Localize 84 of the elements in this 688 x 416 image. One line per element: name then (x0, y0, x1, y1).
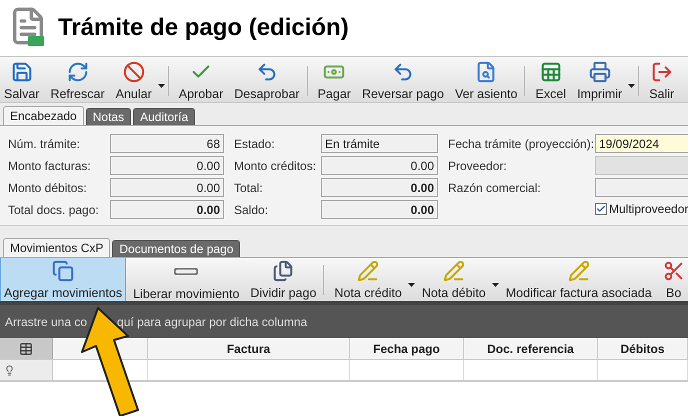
toolbar-button[interactable]: Nota débito (418, 258, 490, 301)
printer-icon (588, 61, 611, 83)
tab[interactable]: Movimientos CxP (3, 238, 110, 257)
input-field[interactable]: 0.00 (321, 178, 438, 197)
toolbar-button[interactable]: Excel (531, 58, 570, 104)
column-header[interactable]: Doc. referencia (464, 338, 598, 359)
checkbox[interactable] (595, 203, 607, 215)
input-field[interactable]: 68 (110, 134, 224, 153)
toolbar-button[interactable]: Salvar (0, 58, 44, 104)
documents-icon (52, 260, 74, 282)
cancel-icon (122, 61, 145, 83)
field-value: 0.00 (196, 158, 220, 174)
field-label: Saldo: (234, 202, 270, 218)
input-field[interactable]: 0.00 (321, 156, 438, 175)
field-label: Proveedor: (448, 158, 508, 174)
field-label: Total docs. pago: (8, 202, 100, 218)
toolbar-button[interactable]: Imprimir (573, 58, 626, 104)
toolbar-button[interactable]: Bo (658, 258, 688, 301)
field-label: Monto facturas: (8, 158, 92, 174)
tab[interactable]: Encabezado (3, 106, 84, 125)
toolbar-button[interactable]: Refrescar (46, 58, 109, 104)
group-hint: quí para agrupar por dicha columna (117, 314, 308, 330)
input-field[interactable]: 0.00 (110, 178, 224, 197)
table-icon (18, 342, 33, 356)
spreadsheet-icon (540, 61, 562, 83)
note-pencil-icon (442, 260, 465, 282)
split-documents-icon (272, 260, 294, 282)
checkbox-label: Multiproveedor (609, 201, 688, 218)
field-value: 68 (206, 136, 220, 152)
field-value: 0.00 (196, 202, 220, 218)
caret-icon[interactable] (408, 283, 415, 287)
window-title: Trámite de pago (edición) (58, 13, 349, 43)
field-value: 0.00 (196, 180, 220, 196)
input-field[interactable] (595, 178, 688, 197)
toolbar-button[interactable]: Modificar factura asociada (502, 258, 656, 301)
group-hint: Arrastre una co (5, 314, 88, 330)
field-label: Monto débitos: (8, 180, 88, 196)
caret-icon[interactable] (492, 283, 499, 287)
toolbar-button[interactable]: Agregar movimientos (0, 258, 126, 301)
toolbar-button[interactable]: Salir (645, 58, 678, 104)
field-value: 0.00 (410, 180, 434, 196)
toolbar-button[interactable]: Anular (112, 58, 156, 104)
field-value: 19/09/2024 (599, 136, 660, 152)
caret-icon[interactable] (158, 84, 165, 88)
tab[interactable]: Auditoría (133, 108, 196, 125)
tab[interactable]: Documentos de pago (112, 240, 240, 257)
field-label: Monto créditos: (234, 158, 318, 174)
caret-icon[interactable] (628, 84, 636, 88)
column-header[interactable]: Débitos (598, 338, 688, 359)
input-field[interactable]: 19/09/2024 (595, 134, 688, 153)
exit-icon (650, 61, 673, 83)
undo-icon (256, 61, 278, 83)
bar-icon (174, 268, 198, 274)
toolbar-button[interactable]: Desaprobar (230, 58, 304, 104)
input-field[interactable]: 0.00 (321, 200, 438, 219)
column-header[interactable]: Fecha pago (350, 338, 464, 359)
document-search-icon (475, 61, 498, 83)
field-label: Fecha trámite (proyección): (448, 136, 593, 152)
toolbar-button[interactable]: Reversar pago (358, 58, 448, 104)
undo-icon (392, 61, 414, 83)
note-pencil-icon (357, 260, 380, 282)
field-label: Núm. trámite: (8, 136, 82, 152)
field-value: 0.00 (410, 158, 434, 174)
scissors-icon (662, 260, 685, 282)
column-header[interactable]: Factura (148, 338, 350, 359)
refresh-icon (66, 61, 89, 83)
toolbar-button[interactable]: Aprobar (174, 58, 228, 104)
note-pencil-icon (568, 260, 590, 282)
toolbar-button[interactable]: Dividir pago (246, 258, 320, 301)
field-label: Total: (234, 180, 264, 196)
save-icon (10, 61, 33, 83)
toolbar-button[interactable]: Liberar movimiento (129, 258, 244, 301)
toolbar-button[interactable]: Pagar (314, 58, 355, 104)
field-value: En trámite (325, 136, 381, 152)
toolbar-button[interactable]: Ver asiento (450, 58, 522, 104)
field-label: Razón comercial: (448, 180, 542, 196)
field-label: Estado: (234, 136, 276, 152)
input-field[interactable]: En trámite (321, 134, 438, 153)
input-field[interactable]: 0.00 (110, 200, 224, 219)
tab[interactable]: Notas (86, 108, 132, 125)
field-value: 0.00 (410, 202, 434, 218)
column-chooser[interactable] (0, 338, 53, 359)
input-field[interactable]: 0.00 (110, 156, 224, 175)
toolbar-button[interactable]: Nota crédito (330, 258, 406, 301)
